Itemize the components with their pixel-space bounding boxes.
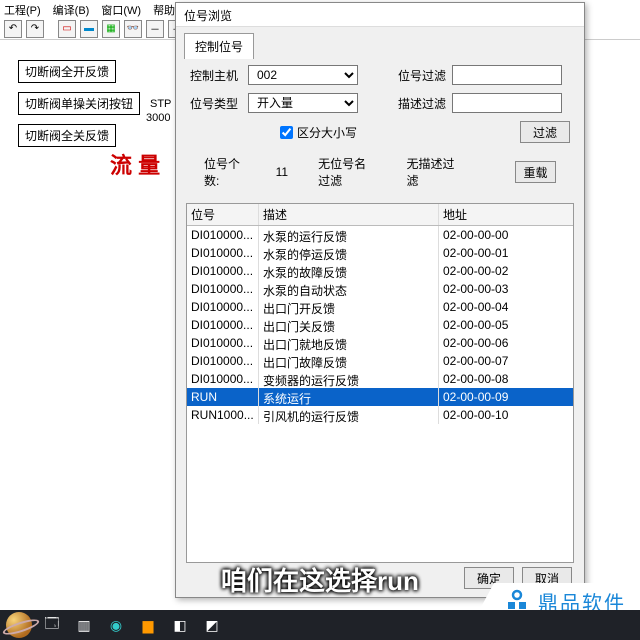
- tool-undo-icon[interactable]: ↶: [4, 20, 22, 38]
- table-row[interactable]: DI010000...水泵的停运反馈02-00-00-01: [187, 244, 573, 262]
- checkbox-case[interactable]: [280, 126, 293, 139]
- table-row[interactable]: DI010000...水泵的故障反馈02-00-00-02: [187, 262, 573, 280]
- menu-compile[interactable]: 编译(B): [53, 2, 90, 16]
- reload-button[interactable]: 重载: [515, 161, 556, 183]
- design-canvas: 切断阀全开反馈 切断阀单操关闭按钮 切断阀全关反馈 STP 3000 流 量: [0, 40, 180, 600]
- filter-button[interactable]: 过滤: [520, 121, 570, 143]
- table-row[interactable]: DI010000...出口门开反馈02-00-00-04: [187, 298, 573, 316]
- tag-browse-dialog: 位号浏览 控制位号 控制主机 002 位号过滤 位号类型 开入量 描述过滤 区分…: [175, 2, 585, 598]
- select-type[interactable]: 开入量: [248, 93, 358, 113]
- table-row[interactable]: DI010000...变频器的运行反馈02-00-00-08: [187, 370, 573, 388]
- table-row[interactable]: DI010000...出口门关反馈02-00-00-05: [187, 316, 573, 334]
- taskbar[interactable]: 🗔 ▥ ◉ ▆ ◧ ◩: [0, 610, 640, 640]
- label-desc-filter: 描述过滤: [394, 95, 446, 112]
- label-nodesc: 无描述过滤: [406, 155, 455, 189]
- task-app3-icon[interactable]: ◧: [168, 613, 192, 637]
- input-desc-filter[interactable]: [452, 93, 562, 113]
- node-valve-close-btn[interactable]: 切断阀单操关闭按钮: [18, 92, 140, 115]
- task-app4-icon[interactable]: ◩: [200, 613, 224, 637]
- tool-binoculars-icon[interactable]: 👓: [124, 20, 142, 38]
- menu-window[interactable]: 窗口(W): [101, 2, 141, 16]
- label-case: 区分大小写: [297, 124, 357, 141]
- table-row[interactable]: DI010000...水泵的运行反馈02-00-00-00: [187, 226, 573, 244]
- table-row[interactable]: DI010000...出口门就地反馈02-00-00-06: [187, 334, 573, 352]
- table-row[interactable]: RUN系统运行02-00-00-09: [187, 388, 573, 406]
- input-tag-filter[interactable]: [452, 65, 562, 85]
- tool-zoom-out-icon[interactable]: －: [146, 20, 164, 38]
- table-body: DI010000...水泵的运行反馈02-00-00-00DI010000...…: [187, 226, 573, 424]
- tool-redo-icon[interactable]: ↷: [26, 20, 44, 38]
- node-valve-closed[interactable]: 切断阀全关反馈: [18, 124, 116, 147]
- label-3000: 3000: [146, 112, 170, 124]
- label-count: 位号个数:: [204, 155, 246, 189]
- tool-fill-icon[interactable]: ▬: [80, 20, 98, 38]
- task-app1-icon[interactable]: 🗔: [40, 613, 64, 637]
- node-valve-open[interactable]: 切断阀全开反馈: [18, 60, 116, 83]
- table-row[interactable]: DI010000...出口门故障反馈02-00-00-07: [187, 352, 573, 370]
- col-tag[interactable]: 位号: [187, 204, 259, 225]
- col-addr[interactable]: 地址: [439, 204, 549, 225]
- label-host: 控制主机: [190, 67, 242, 84]
- label-flow: 流 量: [110, 148, 160, 180]
- dialog-title: 位号浏览: [176, 3, 584, 27]
- select-host[interactable]: 002: [248, 65, 358, 85]
- label-noname: 无位号名过滤: [318, 155, 376, 189]
- tag-table[interactable]: 位号 描述 地址 DI010000...水泵的运行反馈02-00-00-00DI…: [186, 203, 574, 563]
- tab-control-tag[interactable]: 控制位号: [184, 33, 254, 59]
- col-desc[interactable]: 描述: [259, 204, 439, 225]
- tool-rect-icon[interactable]: ▭: [58, 20, 76, 38]
- label-tag-filter: 位号过滤: [394, 67, 446, 84]
- task-edge-icon[interactable]: ◉: [104, 613, 128, 637]
- start-icon[interactable]: [6, 612, 32, 638]
- task-app2-icon[interactable]: ▥: [72, 613, 96, 637]
- menu-project[interactable]: 工程(P): [4, 2, 41, 16]
- label-stp: STP: [150, 98, 171, 110]
- video-caption: 咱们在这选择run: [221, 561, 419, 598]
- label-type: 位号类型: [190, 95, 242, 112]
- filter-form: 控制主机 002 位号过滤 位号类型 开入量 描述过滤 区分大小写 过滤 位号个…: [176, 55, 584, 199]
- table-row[interactable]: DI010000...水泵的自动状态02-00-00-03: [187, 280, 573, 298]
- task-folder-icon[interactable]: ▆: [136, 613, 160, 637]
- tool-grid-icon[interactable]: ▦: [102, 20, 120, 38]
- table-header: 位号 描述 地址: [187, 204, 573, 226]
- table-row[interactable]: RUN1000...引风机的运行反馈02-00-00-10: [187, 406, 573, 424]
- value-count: 11: [276, 165, 288, 179]
